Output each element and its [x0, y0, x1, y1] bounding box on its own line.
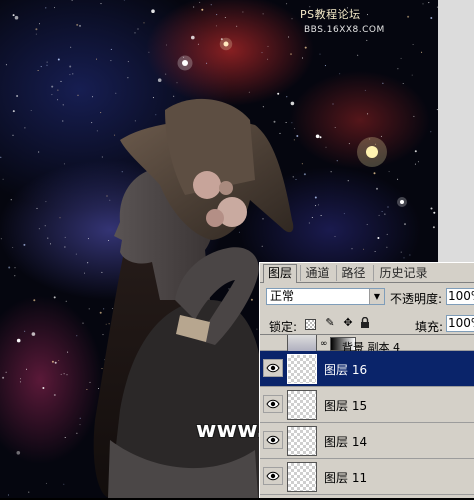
layer-thumbnail — [287, 426, 317, 456]
tab-channels[interactable]: 通道 — [300, 265, 334, 281]
layer-thumbnail — [287, 390, 317, 420]
blend-mode-select[interactable]: 正常 ▼ — [266, 288, 385, 305]
layer-name: 图层 11 — [324, 471, 368, 485]
layer-row[interactable]: ∞ 背景 副本 4 — [260, 335, 474, 354]
layer-thumbnail — [287, 354, 317, 384]
tab-paths[interactable]: 路径 — [336, 265, 370, 281]
layer-row-selected[interactable]: 图层 16 — [260, 351, 474, 387]
layer-name: 图层 16 — [324, 363, 368, 377]
visibility-toggle[interactable] — [263, 395, 283, 413]
layer-row[interactable]: 图层 15 — [260, 387, 474, 423]
eye-icon — [266, 399, 280, 409]
visibility-toggle[interactable] — [263, 359, 283, 377]
lock-image-icon[interactable]: ✎ — [324, 317, 336, 329]
layer-row[interactable]: 图层 14 — [260, 423, 474, 459]
link-icon: ∞ — [320, 339, 328, 349]
dropdown-arrow-icon[interactable]: ▼ — [369, 289, 384, 304]
eye-icon — [266, 471, 280, 481]
opacity-input[interactable]: 100% — [446, 288, 474, 305]
lock-move-icon[interactable]: ✥ — [342, 317, 354, 329]
layer-name: 图层 15 — [324, 399, 368, 413]
layers-panel: 图层 通道 路径 历史记录 正常 ▼ 不透明度: 100% 锁定: ✎ ✥ 填充… — [259, 262, 474, 498]
lock-transparent-icon[interactable] — [305, 319, 316, 330]
opacity-label: 不透明度: — [390, 292, 443, 306]
fill-input[interactable]: 100% — [446, 315, 474, 332]
eye-icon — [266, 363, 280, 373]
layers-list: ∞ 背景 副本 4 图层 16 图层 15 图层 14 图层 11 — [260, 334, 474, 500]
visibility-toggle[interactable] — [263, 431, 283, 449]
layer-row[interactable]: 图层 11 — [260, 459, 474, 495]
layer-thumbnail — [287, 462, 317, 492]
panel-tabs: 图层 通道 路径 历史记录 — [260, 263, 474, 283]
tab-layers[interactable]: 图层 — [263, 264, 297, 283]
eye-icon — [266, 435, 280, 445]
forum-watermark: PS教程论坛BBS.16XX8.COM — [300, 8, 385, 35]
lock-label: 锁定: — [269, 320, 298, 334]
lock-all-icon[interactable] — [359, 316, 371, 329]
layer-name: 图层 14 — [324, 435, 368, 449]
fill-label: 填充: — [415, 320, 444, 334]
tab-history[interactable]: 历史记录 — [373, 265, 433, 281]
blend-mode-value: 正常 — [270, 289, 295, 303]
visibility-toggle[interactable] — [263, 467, 283, 485]
